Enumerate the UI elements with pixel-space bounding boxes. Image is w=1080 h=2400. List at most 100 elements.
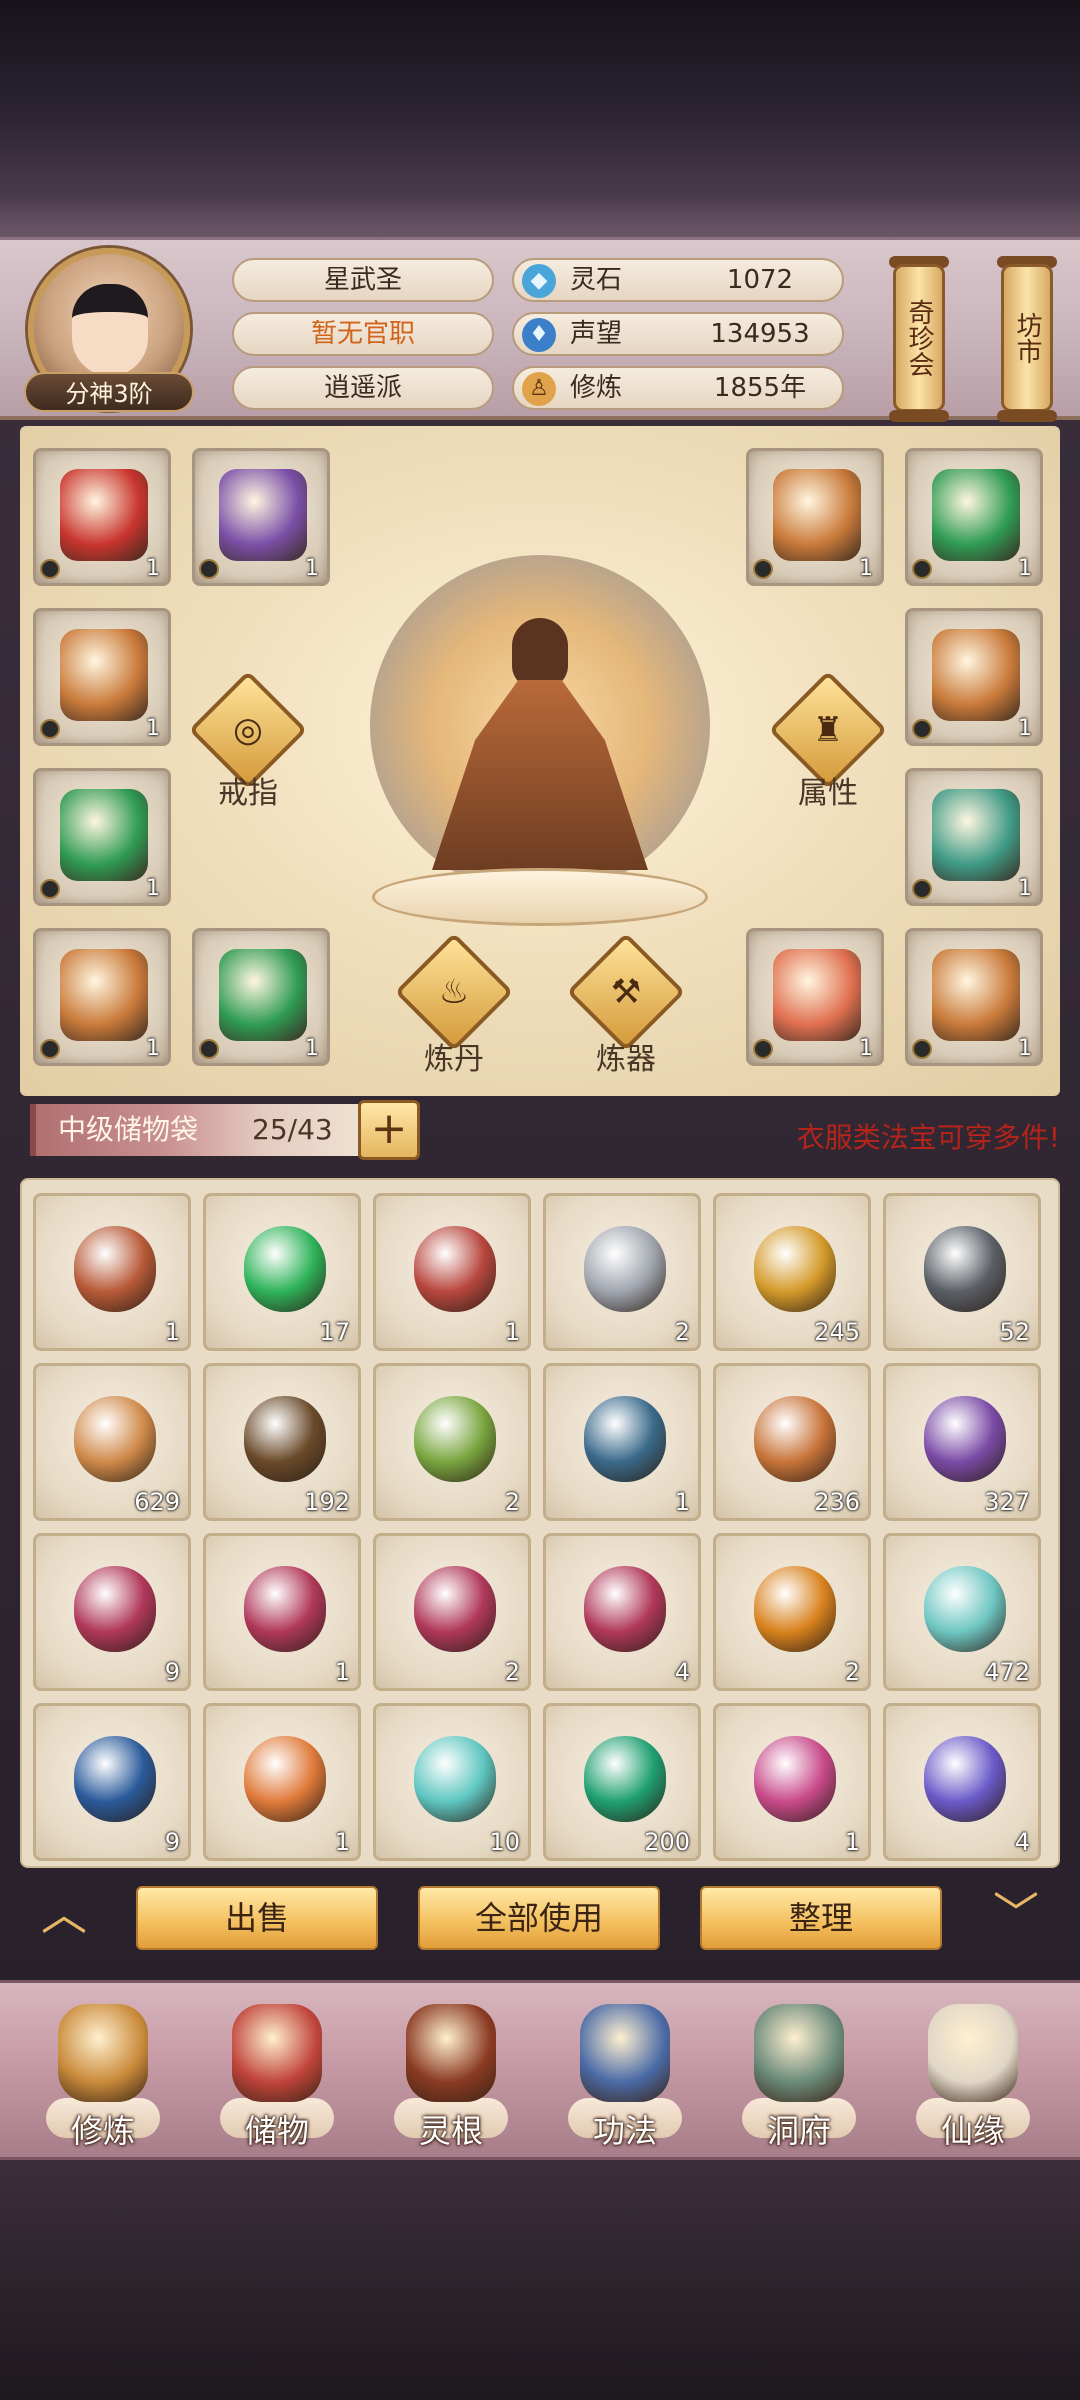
inventory-item-ginseng[interactable]: 629 [33, 1363, 191, 1521]
quality-marker [753, 1039, 773, 1059]
armor-slot-7[interactable]: 1 [33, 928, 171, 1066]
quality-marker [912, 879, 932, 899]
sell-button[interactable]: 出售 [136, 1886, 378, 1950]
item-count: 192 [304, 1488, 350, 1516]
market-button[interactable]: 坊市 [1001, 264, 1053, 412]
inventory-item-flower-herb[interactable]: 2 [373, 1363, 531, 1521]
inventory-item-berry-branch[interactable]: 1 [543, 1363, 701, 1521]
sort-button[interactable]: 整理 [700, 1886, 942, 1950]
nav-cave-mansion[interactable]: 洞府 [724, 1998, 874, 2158]
inventory-item-elixir-flask-1[interactable]: 9 [33, 1533, 191, 1691]
nav-immortal-fate[interactable]: 仙缘 [898, 1998, 1048, 2158]
item-count: 1 [1018, 716, 1032, 741]
armor-slot-5[interactable]: 1 [33, 768, 171, 906]
item-count: 9 [164, 1658, 180, 1686]
dragon-slot[interactable]: 1 [746, 928, 884, 1066]
nav-spirit-root[interactable]: 灵根 [376, 1998, 526, 2158]
spirit-stone-stat: ◆ 灵石 1072 [512, 258, 844, 302]
armor-slot-2[interactable]: 1 [905, 448, 1043, 586]
inventory-item-dark-ore[interactable]: 52 [883, 1193, 1041, 1351]
item-count: 629 [134, 1488, 180, 1516]
inventory-item-gourd[interactable]: 2 [713, 1533, 871, 1691]
armor-slot-6[interactable]: 1 [905, 768, 1043, 906]
item-count: 1 [146, 716, 160, 741]
inventory-item-cloud-bead[interactable]: 10 [373, 1703, 531, 1861]
armor-slot-3[interactable]: 1 [33, 608, 171, 746]
armor-slot-8[interactable]: 1 [192, 928, 330, 1066]
cultivation-stat: ♙ 修炼 1855年 [512, 366, 844, 410]
avatar-face [72, 284, 148, 376]
armor-slot-1[interactable]: 1 [746, 448, 884, 586]
ring-label[interactable]: 戒指 [188, 768, 308, 812]
prestige-stat: ♦ 声望 134953 [512, 312, 844, 356]
stat-value: 1072 [726, 265, 794, 295]
nav-storage-bag[interactable]: 储物 [202, 1998, 352, 2158]
stat-label: 修炼 [570, 373, 623, 403]
nav-technique-book[interactable]: 功法 [550, 1998, 700, 2158]
quality-marker [199, 1039, 219, 1059]
scroll-down-arrow[interactable]: ﹀ [976, 1891, 1056, 1937]
gold-ore-icon [754, 1226, 836, 1312]
use-all-button[interactable]: 全部使用 [418, 1886, 660, 1950]
inventory-item-red-orb[interactable]: 1 [373, 1193, 531, 1351]
inventory-item-elixir-flask-3[interactable]: 2 [373, 1533, 531, 1691]
quality-marker [40, 1039, 60, 1059]
item-count: 52 [999, 1318, 1030, 1346]
cordyceps-icon [754, 1396, 836, 1482]
attributes-label[interactable]: 属性 [768, 768, 888, 812]
technique-book-icon [580, 2004, 670, 2102]
item-count: 1 [146, 556, 160, 581]
inventory-item-emerald[interactable]: 200 [543, 1703, 701, 1861]
inventory-item-scroll[interactable]: 1 [713, 1703, 871, 1861]
spirit-root-icon [406, 2004, 496, 2102]
forging-label[interactable]: 炼器 [566, 1034, 686, 1078]
inventory-item-cordyceps[interactable]: 236 [713, 1363, 871, 1521]
inventory-item-beast-egg[interactable]: 1 [203, 1703, 361, 1861]
inventory-item-green-orb[interactable]: 17 [203, 1193, 361, 1351]
item-count: 1 [146, 1036, 160, 1061]
treasure-fair-button[interactable]: 奇珍会 [893, 264, 945, 412]
elixir-flask-4-icon [584, 1566, 666, 1652]
sect-name: 逍遥派 [232, 366, 494, 410]
inventory-item-gold-ore[interactable]: 245 [713, 1193, 871, 1351]
inventory-item-jade-vase[interactable]: 472 [883, 1533, 1041, 1691]
anvil-icon: ⚒ [610, 972, 642, 1012]
item-count: 9 [164, 1828, 180, 1856]
inventory-item-root-herb[interactable]: 192 [203, 1363, 361, 1521]
equipment-icon [932, 469, 1020, 561]
inventory-item-star-disk[interactable]: 9 [33, 1703, 191, 1861]
scroll-up-arrow[interactable]: ︿ [24, 1891, 104, 1937]
armor-slot-9[interactable]: 1 [905, 928, 1043, 1066]
inventory-item-talisman[interactable]: 4 [883, 1703, 1041, 1861]
armor-slot-4[interactable]: 1 [905, 608, 1043, 746]
cultivate-icon: ♙ [522, 372, 556, 406]
quality-marker [40, 719, 60, 739]
quality-marker [912, 719, 932, 739]
robe-slot[interactable]: 1 [192, 448, 330, 586]
ring-icon [74, 1226, 156, 1312]
expand-bag-button[interactable]: + [358, 1100, 420, 1160]
nav-cultivation[interactable]: 修炼 [28, 1998, 178, 2158]
item-count: 1 [305, 1036, 319, 1061]
inventory-item-grape-herb[interactable]: 327 [883, 1363, 1041, 1521]
nav-label: 仙缘 [940, 2112, 1005, 2150]
inventory-item-elixir-flask-2[interactable]: 1 [203, 1533, 361, 1691]
stat-value: 1855年 [713, 373, 807, 403]
beast-egg-icon [244, 1736, 326, 1822]
item-count: 10 [489, 1828, 520, 1856]
item-count: 245 [814, 1318, 860, 1346]
inventory-item-ring[interactable]: 1 [33, 1193, 191, 1351]
bottom-background [0, 2160, 1080, 2400]
weapon-slot[interactable]: 1 [33, 448, 171, 586]
alchemy-label[interactable]: 炼丹 [394, 1034, 514, 1078]
item-count: 1 [859, 556, 873, 581]
item-count: 2 [844, 1658, 860, 1686]
nav-label: 储物 [244, 2112, 309, 2150]
cave-mansion-icon [754, 2004, 844, 2102]
item-count: 1 [164, 1318, 180, 1346]
item-count: 2 [504, 1658, 520, 1686]
item-count: 17 [319, 1318, 350, 1346]
green-orb-icon [244, 1226, 326, 1312]
inventory-item-silver-ore[interactable]: 2 [543, 1193, 701, 1351]
inventory-item-elixir-flask-4[interactable]: 4 [543, 1533, 701, 1691]
